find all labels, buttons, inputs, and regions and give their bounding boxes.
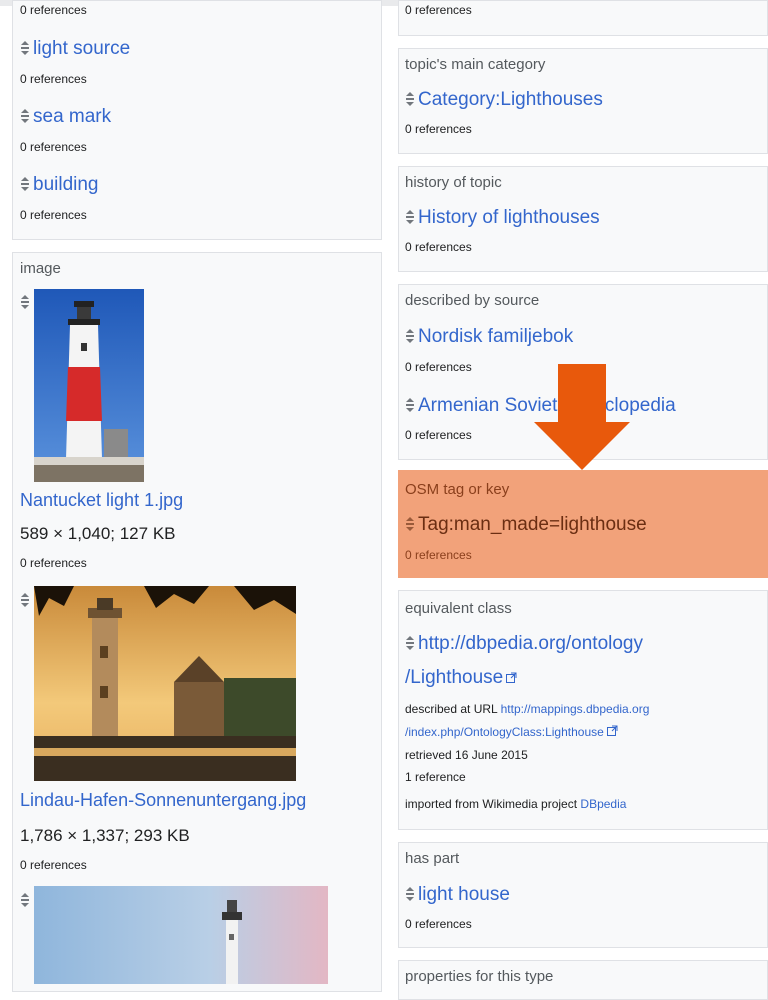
mappings-url-link-cont[interactable]: /index.php/OntologyClass:Lighthouse — [405, 725, 604, 739]
value-history-of-lighthouses[interactable]: History of lighthouses — [405, 207, 600, 229]
value-label[interactable]: building — [33, 174, 99, 195]
references-count[interactable]: 0 references — [405, 122, 472, 136]
value-osm-tag[interactable]: Tag:man_made=lighthouse — [405, 514, 647, 536]
rank-icon[interactable] — [20, 592, 30, 608]
references-count[interactable]: 0 references — [405, 240, 472, 254]
references-count[interactable]: 0 references — [405, 917, 472, 931]
rank-icon[interactable] — [20, 892, 30, 908]
value-category-lighthouses[interactable]: Category:Lighthouses — [405, 89, 603, 111]
references-count[interactable]: 0 references — [405, 360, 472, 374]
reference-imported-from: imported from Wikimedia project DBpedia — [405, 797, 626, 811]
value-light-house[interactable]: light house — [405, 884, 510, 906]
property-label-osm-tag[interactable]: OSM tag or key — [405, 481, 509, 498]
references-count[interactable]: 0 references — [405, 3, 472, 17]
rank-icon[interactable] — [405, 397, 415, 413]
lighthouse-photo-icon — [34, 289, 144, 482]
references-count[interactable]: 0 references — [20, 140, 87, 154]
value-dbpedia-url[interactable]: http://dbpedia.org/ontology — [405, 633, 643, 655]
image-filename-link[interactable]: Lindau-Hafen-Sonnenuntergang.jpg — [20, 790, 306, 811]
value-label[interactable]: Nordisk familjebok — [418, 326, 573, 347]
dbpedia-link[interactable]: DBpedia — [580, 797, 626, 811]
property-label-described-by[interactable]: described by source — [405, 292, 539, 309]
image-thumbnail-lindau[interactable] — [34, 586, 296, 781]
harbor-sunset-photo-icon — [34, 586, 296, 781]
value-building[interactable]: building — [20, 174, 99, 196]
value-label[interactable]: /Lighthouse — [405, 667, 503, 688]
retrieved-date: 16 June 2015 — [455, 748, 528, 762]
value-label[interactable]: sea mark — [33, 106, 111, 127]
ref-prefix: described at URL — [405, 702, 498, 716]
image-dimensions: 589 × 1,040; 127 KB — [20, 524, 176, 543]
ref-prefix: retrieved — [405, 748, 452, 762]
references-count[interactable]: 0 references — [20, 858, 87, 872]
rank-icon[interactable] — [20, 40, 30, 56]
lighthouse-photo-icon — [34, 886, 328, 984]
rank-icon[interactable] — [20, 176, 30, 192]
image-dimensions: 1,786 × 1,337; 293 KB — [20, 826, 190, 845]
property-label-history[interactable]: history of topic — [405, 174, 502, 191]
value-label[interactable]: History of lighthouses — [418, 207, 600, 228]
property-label-main-category[interactable]: topic's main category — [405, 56, 545, 73]
annotation-arrow-icon — [534, 364, 630, 470]
rank-icon[interactable] — [405, 886, 415, 902]
property-label-properties-for-type[interactable]: properties for this type — [405, 968, 553, 985]
property-label-equivalent-class[interactable]: equivalent class — [405, 600, 512, 617]
value-sea-mark[interactable]: sea mark — [20, 106, 111, 128]
references-count[interactable]: 0 references — [20, 556, 87, 570]
rank-icon[interactable] — [405, 635, 415, 651]
rank-icon[interactable] — [405, 328, 415, 344]
mappings-url-link[interactable]: http://mappings.dbpedia.org — [501, 702, 650, 716]
value-dbpedia-url-cont[interactable]: /Lighthouse — [405, 667, 517, 689]
rank-icon[interactable] — [20, 108, 30, 124]
references-count[interactable]: 1 reference — [405, 770, 466, 784]
reference-retrieved: retrieved 16 June 2015 — [405, 748, 528, 762]
references-count[interactable]: 0 references — [20, 3, 87, 17]
external-link-icon — [506, 672, 517, 683]
image-thumbnail-nantucket[interactable] — [34, 289, 144, 482]
value-nordisk-familjebok[interactable]: Nordisk familjebok — [405, 326, 573, 348]
property-label-has-part[interactable]: has part — [405, 850, 459, 867]
references-count[interactable]: 0 references — [20, 72, 87, 86]
ref-prefix: imported from Wikimedia project — [405, 797, 578, 811]
value-light-source[interactable]: light source — [20, 38, 130, 60]
rank-icon[interactable] — [405, 91, 415, 107]
property-label-image[interactable]: image — [20, 260, 61, 277]
reference-described-at-url: described at URL http://mappings.dbpedia… — [405, 702, 649, 716]
image-thumbnail-third[interactable] — [34, 886, 328, 984]
rank-icon[interactable] — [20, 294, 30, 310]
references-count[interactable]: 0 references — [20, 208, 87, 222]
references-count[interactable]: 0 references — [405, 548, 472, 562]
value-label[interactable]: Tag:man_made=lighthouse — [418, 514, 647, 535]
value-label[interactable]: http://dbpedia.org/ontology — [418, 633, 643, 654]
value-label[interactable]: light source — [33, 38, 130, 59]
references-count[interactable]: 0 references — [405, 428, 472, 442]
rank-icon[interactable] — [405, 516, 415, 532]
reference-described-at-url-cont: /index.php/OntologyClass:Lighthouse — [405, 725, 618, 739]
value-label[interactable]: Category:Lighthouses — [418, 89, 603, 110]
image-filename-link[interactable]: Nantucket light 1.jpg — [20, 490, 183, 511]
external-link-icon — [606, 725, 618, 736]
value-label[interactable]: light house — [418, 884, 510, 905]
rank-icon[interactable] — [405, 209, 415, 225]
